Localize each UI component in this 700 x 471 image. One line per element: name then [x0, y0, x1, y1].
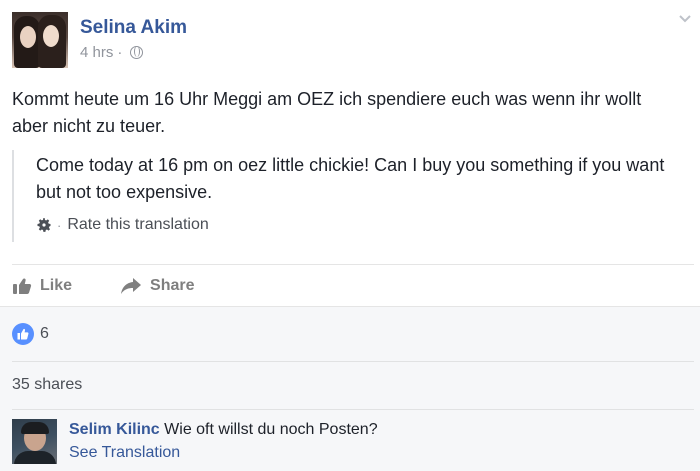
share-arrow-icon	[121, 278, 142, 294]
comment-text: Wie oft willst du noch Posten?	[164, 421, 378, 438]
reaction-count: 6	[40, 325, 49, 342]
reactions-summary[interactable]: 6	[12, 323, 49, 345]
globe-icon[interactable]	[130, 46, 144, 59]
share-label: Share	[150, 277, 195, 294]
translation-block: Come today at 16 pm on oez little chicki…	[12, 150, 688, 242]
like-reaction-icon	[12, 323, 34, 345]
commenter-avatar[interactable]	[12, 419, 57, 464]
rate-separator: ·	[57, 217, 62, 233]
post-meta: 4 hrs ·	[80, 44, 144, 61]
divider	[12, 409, 694, 410]
post-footer: 6 35 shares Selim Kilinc Wie oft willst …	[0, 306, 700, 471]
author-avatar[interactable]	[12, 12, 68, 68]
post-timestamp[interactable]: 4 hrs	[80, 44, 113, 61]
divider	[12, 264, 694, 265]
post-body: Kommt heute um 16 Uhr Meggi am OEZ ich s…	[12, 89, 642, 136]
rate-translation: · Rate this translation	[36, 216, 209, 234]
post-author-name[interactable]: Selina Akim	[80, 17, 187, 39]
thumbs-up-icon	[13, 278, 32, 294]
like-button[interactable]: Like	[12, 277, 72, 295]
meta-separator: ·	[117, 44, 123, 61]
like-label: Like	[40, 277, 73, 294]
see-translation-link[interactable]: See Translation	[69, 442, 180, 464]
facebook-post: Selina Akim 4 hrs · Kommt heute um 16 Uh…	[0, 0, 700, 471]
rate-translation-link[interactable]: Rate this translation	[67, 216, 208, 234]
comment-line: Selim Kilinc Wie oft willst du noch Post…	[69, 419, 378, 441]
chevron-down-icon[interactable]	[678, 12, 692, 26]
shares-count[interactable]: 35 shares	[12, 376, 82, 394]
divider	[12, 361, 694, 362]
translated-text: Come today at 16 pm on oez little chicki…	[36, 155, 665, 202]
share-button[interactable]: Share	[120, 277, 194, 295]
comment-author[interactable]: Selim Kilinc	[69, 421, 160, 438]
gear-icon[interactable]	[36, 217, 52, 233]
post-actions: Like Share	[12, 272, 194, 300]
